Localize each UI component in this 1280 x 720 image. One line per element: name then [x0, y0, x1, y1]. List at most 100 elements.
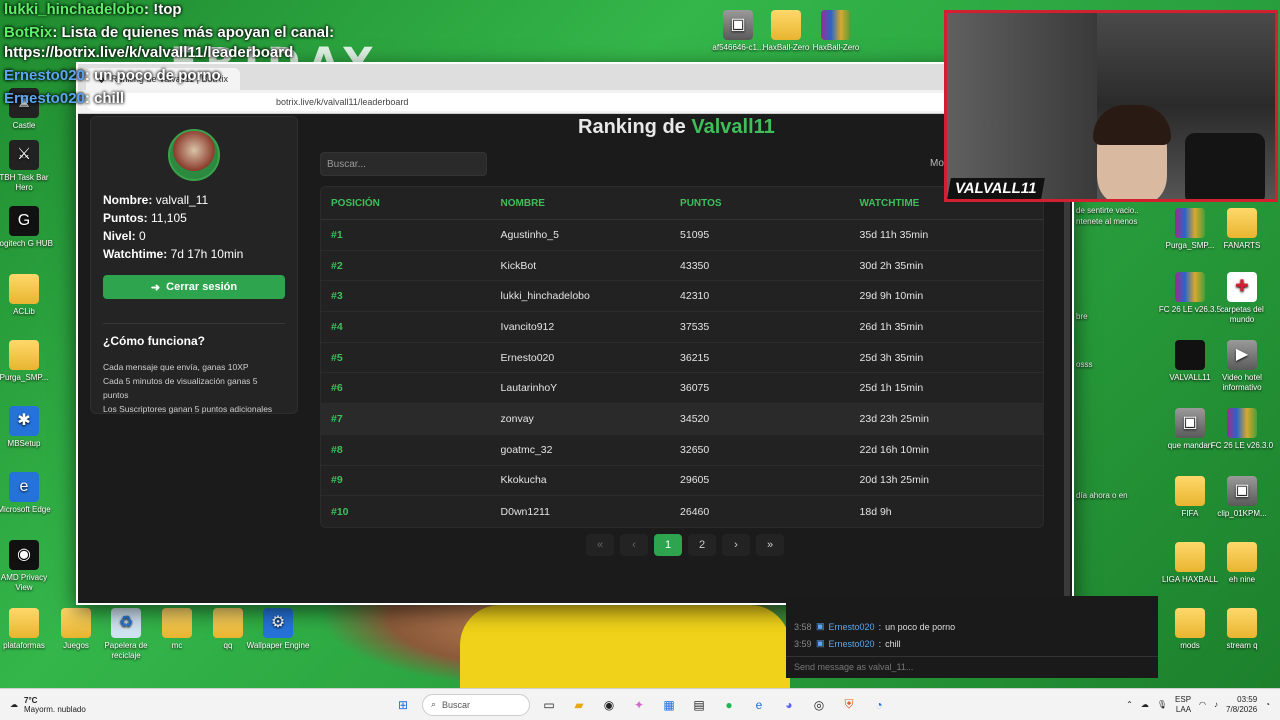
chevron-up-icon[interactable]: ⌃ [1126, 700, 1133, 709]
desktop-icon-top-2[interactable]: HaxBall-Zero [804, 10, 868, 53]
copilot-icon[interactable]: ✦ [628, 694, 650, 716]
desktop-icon-left-3[interactable]: ACLib [0, 274, 56, 317]
folder-icon [1175, 476, 1205, 506]
search-input[interactable]: Buscar... [320, 152, 487, 176]
table-row[interactable]: #8 goatmc_32 32650 22d 16h 10min [321, 435, 1043, 466]
overlay-message: BotRix: Lista de quienes más apoyan el c… [4, 24, 335, 61]
desktop-icon-right-11[interactable]: eh nine [1210, 542, 1274, 585]
side-fragment: de sentirte vacio.. [1076, 206, 1139, 215]
overlay-message: lukki_hinchadelobo: !top [4, 1, 182, 18]
page-button-1[interactable]: 1 [654, 534, 682, 556]
desktop-icon-left-7[interactable]: ◉ AMD Privacy View [0, 540, 56, 593]
file-explorer-icon[interactable]: ▰ [568, 694, 590, 716]
edge-icon: e [9, 472, 39, 502]
taskbar: ☁ 7°C Mayorm. nublado ⊞ ⌕ Buscar ▭ ▰ ◉ ✦… [0, 688, 1280, 720]
desktop-icon-left-6[interactable]: e Microsoft Edge [0, 472, 56, 515]
folder-icon [9, 608, 39, 638]
capcut-icon[interactable]: ◔ [868, 694, 890, 716]
steam-icon[interactable]: ◎ [808, 694, 830, 716]
page-title: Ranking de Valvall11 [578, 116, 775, 138]
table-row[interactable]: #3 lukki_hinchadelobo 42310 29d 9h 10min [321, 281, 1043, 313]
clock[interactable]: 03:59 7/8/2026 [1226, 695, 1257, 715]
desktop-icon-left-1[interactable]: ⚔ TBH Task Bar Hero [0, 140, 56, 193]
rar-icon [1175, 208, 1205, 238]
folder-icon [1175, 542, 1205, 572]
desktop-icon-left-4[interactable]: Purga_SMP... [0, 340, 56, 383]
start-button-icon[interactable]: ⊞ [392, 694, 414, 716]
table-row[interactable]: #2 KickBot 43350 30d 2h 35min [321, 251, 1043, 282]
first-page-icon[interactable]: « [586, 534, 614, 556]
table-row[interactable]: #6 LautarinhoY 36075 25d 1h 15min [321, 373, 1043, 405]
folder-icon [9, 340, 39, 370]
app-icon[interactable]: ▤ [688, 694, 710, 716]
table-row[interactable]: #10 D0wn1211 26460 18d 9h [321, 496, 1043, 527]
how-rule: Cada 5 minutos de visualización ganas 5 … [103, 376, 258, 400]
edge-icon[interactable]: e [748, 694, 770, 716]
profile-name: Nombre: valvall_11 [103, 193, 209, 207]
desktop-icon-bottom-4[interactable]: ⚙ Wallpaper Engine [246, 608, 310, 651]
table-row[interactable]: #4 Ivancito912 37535 26d 1h 35min [321, 312, 1043, 343]
side-fragment: osss [1076, 360, 1093, 369]
task-view-icon[interactable]: ▭ [538, 694, 560, 716]
next-page-icon[interactable]: › [722, 534, 750, 556]
flag-icon: ✚ [1227, 272, 1257, 302]
amd-icon: ◉ [9, 540, 39, 570]
desktop-icon-left-5[interactable]: ✱ MBSetup [0, 406, 56, 449]
brave-icon[interactable]: ⛨ [838, 694, 860, 716]
discord-icon[interactable]: ◕ [778, 694, 800, 716]
badge-icon: ▣ [816, 621, 825, 631]
desktop-icon-right-5[interactable]: ▶ Video hotel informativo [1210, 340, 1274, 393]
pagination: « ‹ 1 2 › » [586, 534, 784, 556]
logout-icon: ➜ [150, 281, 161, 294]
taskbar-search[interactable]: ⌕ Buscar [422, 693, 530, 716]
logitech-icon: G [9, 206, 39, 236]
obs-icon[interactable]: ◉ [598, 694, 620, 716]
folder-icon [1227, 208, 1257, 238]
scrollbar[interactable] [1064, 176, 1070, 603]
how-title: ¿Cómo funciona? [103, 334, 205, 348]
side-fragment: bre [1076, 312, 1088, 321]
language-indicator[interactable]: ESP LAA [1175, 695, 1191, 715]
badge-icon: ▣ [816, 638, 825, 648]
taskbar-apps: ⊞ ⌕ Buscar ▭ ▰ ◉ ✦ ▦ ▤ ● e ◕ ◎ ⛨ ◔ [392, 693, 890, 716]
last-page-icon[interactable]: » [756, 534, 784, 556]
table-row[interactable]: #5 Ernesto020 36215 25d 3h 35min [321, 343, 1043, 374]
header-name[interactable]: NOMBRE [501, 198, 681, 209]
avatar [168, 129, 220, 181]
chat-message: 3:58 ▣ Ernesto020: un poco de porno [794, 621, 956, 632]
weather-widget[interactable]: ☁ 7°C Mayorm. nublado [0, 696, 200, 714]
desktop-icon-right-9[interactable]: ▣ clip_01KPM... [1210, 476, 1274, 519]
desktop-icon-right-7[interactable]: FC 26 LE v26.3.0 [1210, 408, 1274, 451]
header-points[interactable]: PUNTOS [680, 198, 860, 209]
prev-page-icon[interactable]: ‹ [620, 534, 648, 556]
cloud-sync-icon[interactable]: ☁ [1141, 700, 1149, 709]
header-position[interactable]: POSICIÓN [321, 198, 501, 209]
rar-icon [821, 10, 851, 40]
store-icon[interactable]: ▦ [658, 694, 680, 716]
leaderboard-table: POSICIÓN NOMBRE PUNTOS WATCHTIME #1 Agust… [320, 186, 1044, 528]
desktop-icon-right-13[interactable]: stream q [1210, 608, 1274, 651]
overlay-message: Ernesto020: chill [4, 90, 125, 107]
table-header: POSICIÓN NOMBRE PUNTOS WATCHTIME [321, 187, 1043, 220]
volume-icon[interactable]: ♪ [1214, 700, 1218, 709]
page-button-2[interactable]: 2 [688, 534, 716, 556]
mic-icon[interactable]: 🎙 [1157, 700, 1167, 709]
desktop-icon-right-3[interactable]: ✚ carpetas del mundo [1210, 272, 1274, 325]
wallpaper-shirt [460, 605, 790, 690]
cloud-icon: ☁ [10, 700, 18, 709]
desktop-icon-right-1[interactable]: FANARTS [1210, 208, 1274, 251]
wifi-icon[interactable]: ◠ [1199, 700, 1206, 709]
how-rule: Los Suscriptores ganan 5 puntos adiciona… [103, 404, 273, 414]
how-rule: Cada mensaje que envía, ganas 10XP [103, 362, 249, 372]
notification-icon[interactable]: ◔ [1265, 700, 1270, 709]
desktop-icon-left-2[interactable]: G Logitech G HUB [0, 206, 56, 249]
more-link[interactable]: Mo [930, 158, 944, 169]
tbh-icon: ⚔ [9, 140, 39, 170]
logout-button[interactable]: ➜ Cerrar sesión [103, 275, 285, 299]
chat-input[interactable]: Send message as valval_11... [786, 656, 1158, 678]
table-row[interactable]: #1 Agustinho_5 51095 35d 11h 35min [321, 220, 1043, 251]
black-icon [1175, 340, 1205, 370]
table-row[interactable]: #7 zonvay 34520 23d 23h 25min [321, 404, 1043, 435]
table-row[interactable]: #9 Kkokucha 29605 20d 13h 25min [321, 466, 1043, 497]
spotify-icon[interactable]: ● [718, 694, 740, 716]
